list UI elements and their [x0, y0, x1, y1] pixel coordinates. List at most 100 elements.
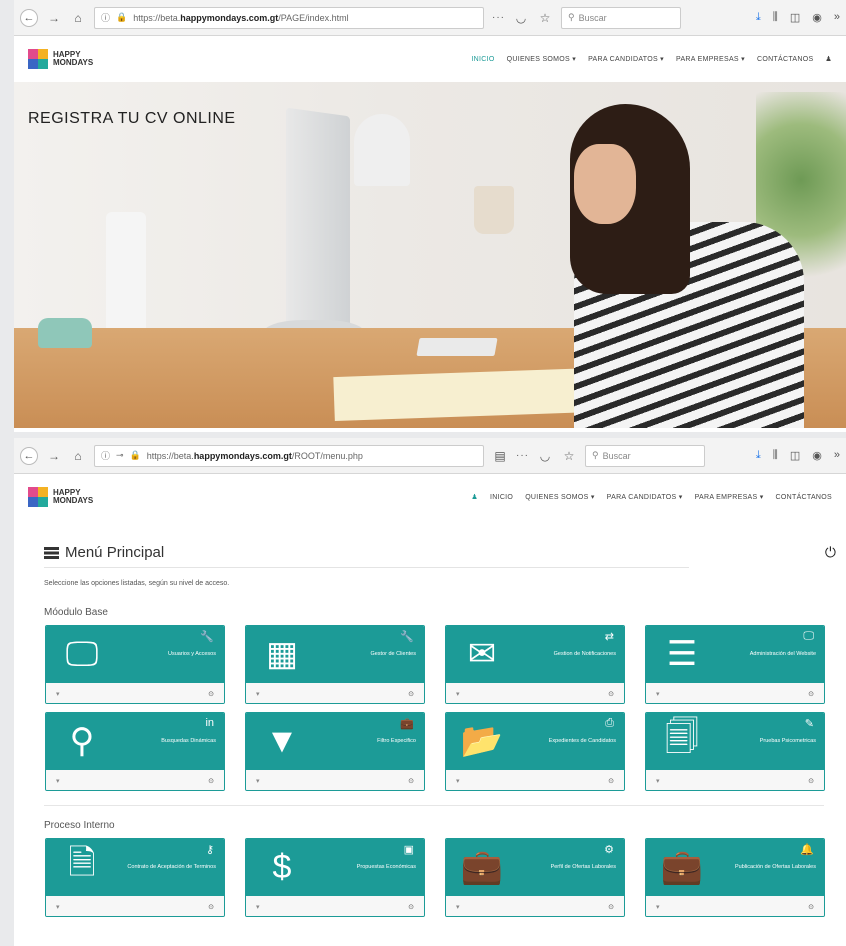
info-icon-2[interactable]: ⓘ [101, 449, 110, 462]
module-card[interactable]: 🗎 ⚷ Contrato de Aceptación de Terminos ▾ ⊙ [45, 838, 225, 917]
reader-view-icon[interactable]: ▤ [492, 449, 508, 463]
card-header[interactable]: 🖵 🔧 Usuarios y Accesos [46, 626, 224, 683]
download-icon[interactable]: ⤓ [756, 11, 761, 24]
nav-para-candidatos-2[interactable]: PARA CANDIDATOS ▾ [607, 493, 683, 501]
module-card[interactable]: ▦ 🔧 Gestor de Clientes ▾ ⊙ [245, 625, 425, 704]
chevron-down-icon[interactable]: ▾ [656, 903, 660, 911]
sidebar-icon-2[interactable]: ◫ [790, 449, 800, 462]
info-icon[interactable]: ⓘ [101, 11, 110, 24]
nav-para-empresas[interactable]: PARA EMPRESAS ▾ [676, 55, 745, 63]
module-card[interactable]: $ ▣ Propuestas Económicas ▾ ⊙ [245, 838, 425, 917]
card-footer[interactable]: ▾ ⊙ [446, 770, 624, 790]
chevron-down-icon[interactable]: ▾ [256, 777, 260, 785]
card-header[interactable]: ⚲ in Busquedas Dinámicas [46, 713, 224, 770]
page-actions-icon-2[interactable]: ··· [516, 450, 529, 461]
card-footer[interactable]: ▾ ⊙ [646, 770, 824, 790]
module-card[interactable]: ▼ 💼 Filtro Especifico ▾ ⊙ [245, 712, 425, 791]
arrow-circle-icon[interactable]: ⊙ [208, 690, 214, 698]
card-header[interactable]: ▼ 💼 Filtro Especifico [246, 713, 424, 770]
card-footer[interactable]: ▾ ⊙ [446, 896, 624, 916]
search-field[interactable]: ⚲ Buscar [561, 6, 681, 29]
nav-para-empresas-2[interactable]: PARA EMPRESAS ▾ [695, 493, 764, 501]
card-footer[interactable]: ▾ ⊙ [646, 896, 824, 916]
card-header[interactable]: 🗎 ⚷ Contrato de Aceptación de Terminos [46, 839, 224, 896]
arrow-circle-icon[interactable]: ⊙ [608, 777, 614, 785]
user-icon[interactable]: ♟ [825, 55, 832, 63]
home-icon-2[interactable]: ⌂ [70, 449, 86, 463]
sidebar-icon[interactable]: ◫ [790, 11, 800, 24]
card-header[interactable]: 💼 ⚙ Perfil de Ofertas Laborales [446, 839, 624, 896]
nav-inicio-2[interactable]: INICIO [490, 494, 513, 501]
pocket-icon-2[interactable]: ◡ [537, 449, 553, 463]
module-card[interactable]: 🗐 ✎ Pruebas Psicometricas ▾ ⊙ [645, 712, 825, 791]
arrow-circle-icon[interactable]: ⊙ [208, 777, 214, 785]
module-card[interactable]: 📂 ⎙ Expedientes de Candidatos ▾ ⊙ [445, 712, 625, 791]
pocket-icon[interactable]: ◡ [513, 11, 529, 25]
module-card[interactable]: 💼 🔔 Publicación de Ofertas Laborales ▾ ⊙ [645, 838, 825, 917]
page-actions-icon[interactable]: ··· [492, 12, 505, 23]
logo-2[interactable]: HAPPY MONDAYS [28, 487, 93, 507]
power-icon[interactable]: ⏻ [825, 544, 836, 561]
card-footer[interactable]: ▾ ⊙ [46, 683, 224, 703]
module-card[interactable]: ☰ 🖵 Administración del Website ▾ ⊙ [645, 625, 825, 704]
user-icon-2[interactable]: ♟ [471, 493, 478, 501]
card-header[interactable]: ☰ 🖵 Administración del Website [646, 626, 824, 683]
forward-button[interactable]: → [46, 11, 62, 25]
card-header[interactable]: 📂 ⎙ Expedientes de Candidatos [446, 713, 624, 770]
download-icon-2[interactable]: ⤓ [756, 449, 761, 462]
card-footer[interactable]: ▾ ⊙ [446, 683, 624, 703]
back-button[interactable]: ← [20, 8, 38, 27]
arrow-circle-icon[interactable]: ⊙ [408, 777, 414, 785]
chevron-down-icon[interactable]: ▾ [56, 777, 60, 785]
address-bar[interactable]: ⓘ 🔒 https://beta.happymondays.com.gt/PAG… [94, 6, 484, 29]
card-header[interactable]: ✉ ⇄ Gestion de Notificaciones [446, 626, 624, 683]
card-footer[interactable]: ▾ ⊙ [246, 770, 424, 790]
forward-button-2[interactable]: → [46, 449, 62, 463]
card-footer[interactable]: ▾ ⊙ [46, 896, 224, 916]
card-footer[interactable]: ▾ ⊙ [46, 770, 224, 790]
card-header[interactable]: ▦ 🔧 Gestor de Clientes [246, 626, 424, 683]
arrow-circle-icon[interactable]: ⊙ [808, 903, 814, 911]
nav-inicio[interactable]: INICIO [471, 56, 494, 63]
card-footer[interactable]: ▾ ⊙ [246, 683, 424, 703]
arrow-circle-icon[interactable]: ⊙ [408, 903, 414, 911]
chevron-down-icon[interactable]: ▾ [56, 690, 60, 698]
module-card[interactable]: ⚲ in Busquedas Dinámicas ▾ ⊙ [45, 712, 225, 791]
module-card[interactable]: ✉ ⇄ Gestion de Notificaciones ▾ ⊙ [445, 625, 625, 704]
bookmark-star-icon-2[interactable]: ☆ [561, 449, 577, 463]
home-icon[interactable]: ⌂ [70, 11, 86, 25]
chevron-down-icon[interactable]: ▾ [456, 777, 460, 785]
card-header[interactable]: 🗐 ✎ Pruebas Psicometricas [646, 713, 824, 770]
overflow-icon[interactable]: » [834, 11, 840, 24]
nav-quienes-somos[interactable]: QUIENES SOMOS ▾ [507, 55, 576, 63]
arrow-circle-icon[interactable]: ⊙ [208, 903, 214, 911]
library-icon[interactable]: ⫼ [773, 11, 778, 24]
arrow-circle-icon[interactable]: ⊙ [808, 777, 814, 785]
chevron-down-icon[interactable]: ▾ [656, 690, 660, 698]
module-card[interactable]: 🖵 🔧 Usuarios y Accesos ▾ ⊙ [45, 625, 225, 704]
extension-icon-2[interactable]: ◉ [812, 449, 822, 462]
card-header[interactable]: 💼 🔔 Publicación de Ofertas Laborales [646, 839, 824, 896]
address-bar-2[interactable]: ⓘ ⊸ 🔒 https://beta.happymondays.com.gt/R… [94, 444, 484, 467]
chevron-down-icon[interactable]: ▾ [456, 690, 460, 698]
extension-icon[interactable]: ◉ [812, 11, 822, 24]
nav-contactanos-2[interactable]: CONTÁCTANOS [776, 494, 832, 501]
chevron-down-icon[interactable]: ▾ [656, 777, 660, 785]
chevron-down-icon[interactable]: ▾ [56, 903, 60, 911]
nav-para-candidatos[interactable]: PARA CANDIDATOS ▾ [588, 55, 664, 63]
chevron-down-icon[interactable]: ▾ [456, 903, 460, 911]
chevron-down-icon[interactable]: ▾ [256, 903, 260, 911]
nav-contactanos[interactable]: CONTÁCTANOS [757, 56, 813, 63]
library-icon-2[interactable]: ⫼ [773, 449, 778, 462]
arrow-circle-icon[interactable]: ⊙ [608, 690, 614, 698]
bookmark-star-icon[interactable]: ☆ [537, 11, 553, 25]
card-footer[interactable]: ▾ ⊙ [246, 896, 424, 916]
arrow-circle-icon[interactable]: ⊙ [808, 690, 814, 698]
logo[interactable]: HAPPY MONDAYS [28, 49, 93, 69]
card-footer[interactable]: ▾ ⊙ [646, 683, 824, 703]
arrow-circle-icon[interactable]: ⊙ [408, 690, 414, 698]
card-header[interactable]: $ ▣ Propuestas Económicas [246, 839, 424, 896]
module-card[interactable]: 💼 ⚙ Perfil de Ofertas Laborales ▾ ⊙ [445, 838, 625, 917]
arrow-circle-icon[interactable]: ⊙ [608, 903, 614, 911]
chevron-down-icon[interactable]: ▾ [256, 690, 260, 698]
